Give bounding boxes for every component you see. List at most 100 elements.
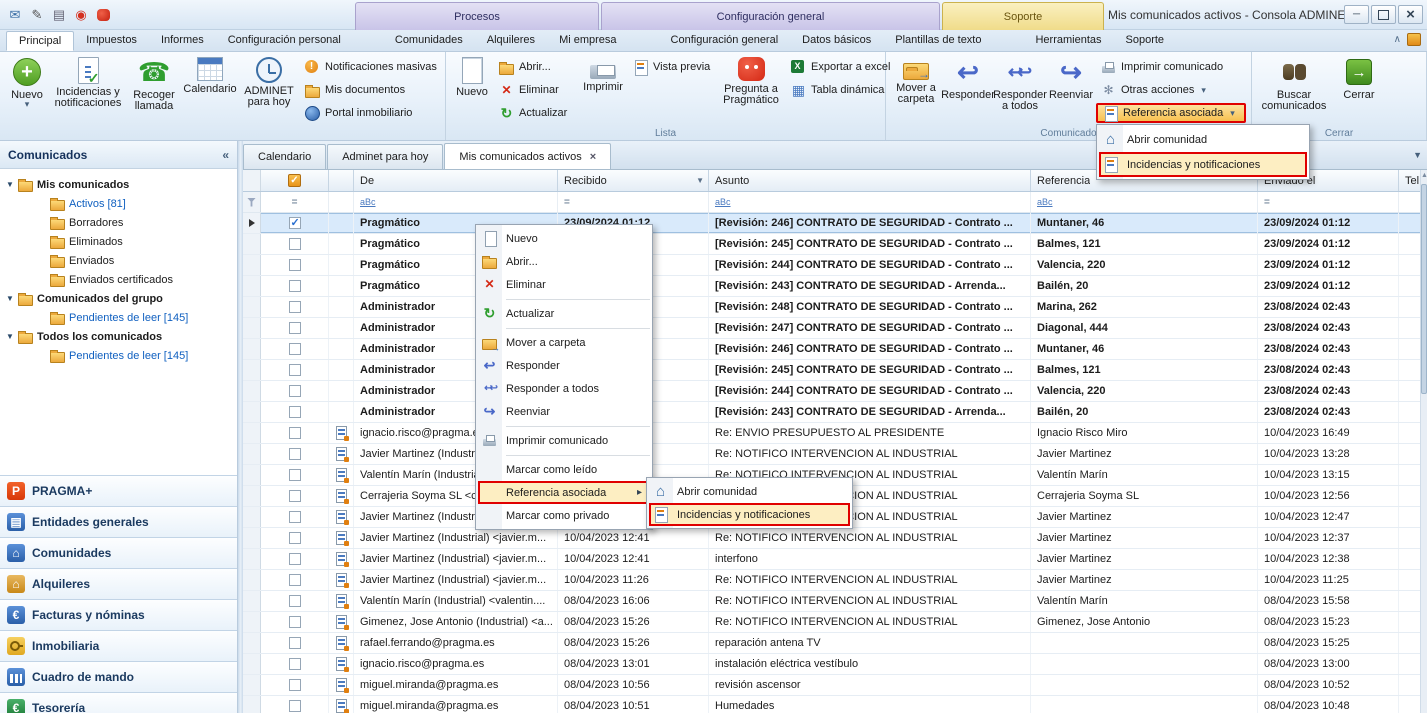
context-menu-item[interactable]: Responder a todos: [478, 377, 650, 400]
ribbon-tab[interactable]: Configuración general: [659, 30, 791, 51]
table-row[interactable]: miguel.miranda@pragma.es 08/04/2023 10:5…: [243, 675, 1427, 696]
filter-type-icon[interactable]: [292, 197, 298, 208]
row-checkbox[interactable]: [289, 259, 301, 271]
tree-item[interactable]: Todos los comunicados: [0, 327, 237, 346]
row-checkbox-cell[interactable]: [261, 339, 329, 359]
row-checkbox-cell[interactable]: [261, 528, 329, 548]
actualizar-button[interactable]: Actualizar: [494, 103, 578, 123]
recoger-llamada-button[interactable]: Recoger llamada: [126, 55, 182, 125]
expander-icon[interactable]: [6, 294, 14, 303]
ribbon-tab[interactable]: Impuestos: [74, 30, 149, 51]
table-row[interactable]: Administrador 23/08/2024 02:43 [Revisión…: [243, 402, 1427, 423]
column-header[interactable]: Tel...: [1399, 170, 1420, 191]
table-row[interactable]: Javier Martinez (Industrial) <javier.m..…: [243, 528, 1427, 549]
filter-cell[interactable]: [243, 192, 261, 212]
ribbon-tab[interactable]: Informes: [149, 30, 216, 51]
row-checkbox-cell[interactable]: [261, 465, 329, 485]
context-menu-item[interactable]: Marcar como privado: [478, 504, 650, 527]
table-row[interactable]: Javier Martinez (Industrial) <javier.m..…: [243, 549, 1427, 570]
row-checkbox[interactable]: [289, 595, 301, 607]
row-checkbox[interactable]: [289, 448, 301, 460]
tree-item[interactable]: Comunicados del grupo: [0, 289, 237, 308]
module-nav-item[interactable]: Tesorería: [0, 692, 237, 713]
row-checkbox-cell[interactable]: [261, 486, 329, 506]
exportar-excel-button[interactable]: Exportar a excel: [786, 57, 890, 77]
minimize-button[interactable]: [1344, 5, 1369, 24]
eliminar-button[interactable]: Eliminar: [494, 80, 578, 100]
row-checkbox-cell[interactable]: [261, 276, 329, 296]
tree-item[interactable]: Pendientes de leer [145]: [0, 308, 237, 327]
filter-type-icon[interactable]: [360, 197, 376, 208]
ribbon-tab[interactable]: Plantillas de texto: [883, 30, 993, 51]
module-nav-item[interactable]: Cuadro de mando: [0, 661, 237, 692]
pregunta-pragmatico-button[interactable]: Pregunta a Pragmático: [716, 55, 786, 125]
portal-inmobiliario-button[interactable]: Portal inmobiliario: [300, 103, 440, 123]
row-checkbox[interactable]: [289, 238, 301, 250]
row-checkbox-cell[interactable]: [261, 423, 329, 443]
row-checkbox-cell[interactable]: [261, 612, 329, 632]
context-menu-item[interactable]: Imprimir comunicado: [478, 429, 650, 452]
collapse-sidebar-icon[interactable]: «: [222, 148, 229, 162]
row-checkbox[interactable]: [289, 679, 301, 691]
context-menu-item[interactable]: Referencia asociada: [478, 481, 650, 504]
row-checkbox[interactable]: [289, 469, 301, 481]
tree-item[interactable]: Eliminados: [0, 232, 237, 251]
row-checkbox-cell[interactable]: [261, 633, 329, 653]
collapse-ribbon-icon[interactable]: ∧: [1394, 34, 1401, 45]
column-header[interactable]: Asunto: [709, 170, 1031, 191]
tree-item[interactable]: Pendientes de leer [145]: [0, 346, 237, 365]
adminet-para-hoy-button[interactable]: ADMINET para hoy: [238, 55, 300, 125]
filter-cell[interactable]: [558, 192, 709, 212]
vertical-scrollbar[interactable]: [1420, 170, 1427, 713]
module-nav-item[interactable]: Facturas y nóminas: [0, 599, 237, 630]
column-header[interactable]: [261, 170, 329, 191]
module-nav-item[interactable]: Inmobiliaria: [0, 630, 237, 661]
row-checkbox-cell[interactable]: [261, 507, 329, 527]
table-row[interactable]: Administrador 23/08/2024 02:43 [Revisión…: [243, 339, 1427, 360]
row-checkbox-cell[interactable]: [261, 381, 329, 401]
context-menu-item[interactable]: Responder: [478, 354, 650, 377]
notificaciones-masivas-button[interactable]: Notificaciones masivas: [300, 57, 440, 77]
expander-icon[interactable]: [6, 332, 14, 341]
module-nav-item[interactable]: PRAGMA+: [0, 475, 237, 506]
row-checkbox[interactable]: [289, 385, 301, 397]
filter-cell[interactable]: [709, 192, 1031, 212]
table-row[interactable]: miguel.miranda@pragma.es 08/04/2023 10:5…: [243, 696, 1427, 713]
tree-item[interactable]: Borradores: [0, 213, 237, 232]
vista-previa-button[interactable]: Vista previa: [628, 57, 716, 77]
table-row[interactable]: ignacio.risco@pragma.es 08/04/2023 13:01…: [243, 654, 1427, 675]
column-header[interactable]: [329, 170, 354, 191]
document-tab[interactable]: Calendario: [243, 144, 326, 169]
quick-access-icon[interactable]: [48, 3, 70, 26]
ribbon-tab[interactable]: Mi empresa: [547, 30, 628, 51]
reenviar-button[interactable]: Reenviar: [1046, 55, 1096, 125]
row-checkbox[interactable]: [289, 553, 301, 565]
row-checkbox-cell[interactable]: [261, 297, 329, 317]
filter-cell[interactable]: [1031, 192, 1258, 212]
row-checkbox-cell[interactable]: [261, 675, 329, 695]
filter-cell[interactable]: [261, 192, 329, 212]
row-checkbox-cell[interactable]: [261, 444, 329, 464]
restore-button[interactable]: [1371, 5, 1396, 24]
context-menu-item[interactable]: Nuevo: [478, 227, 650, 250]
row-checkbox[interactable]: [289, 658, 301, 670]
module-nav-item[interactable]: Entidades generales: [0, 506, 237, 537]
close-button[interactable]: [1398, 5, 1423, 24]
table-row[interactable]: Javier Martinez (Industrial) <javier.m..…: [243, 570, 1427, 591]
column-header[interactable]: [243, 170, 261, 191]
filter-cell[interactable]: [329, 192, 354, 212]
ribbon-tab[interactable]: Comunidades: [383, 30, 475, 51]
mover-carpeta-button[interactable]: Mover a carpeta: [890, 55, 942, 125]
filter-cell[interactable]: [1258, 192, 1399, 212]
context-menu-item[interactable]: Actualizar: [478, 302, 650, 325]
nuevo-lista-button[interactable]: Nuevo: [450, 55, 494, 125]
row-checkbox[interactable]: [289, 511, 301, 523]
row-checkbox-cell[interactable]: [261, 402, 329, 422]
calendario-button[interactable]: Calendario: [182, 55, 238, 125]
module-nav-item[interactable]: Comunidades: [0, 537, 237, 568]
row-checkbox[interactable]: [289, 637, 301, 649]
row-checkbox[interactable]: [289, 427, 301, 439]
row-checkbox[interactable]: [289, 700, 301, 712]
row-checkbox-cell[interactable]: [261, 696, 329, 713]
ribbon-tab[interactable]: Soporte: [1114, 30, 1177, 51]
